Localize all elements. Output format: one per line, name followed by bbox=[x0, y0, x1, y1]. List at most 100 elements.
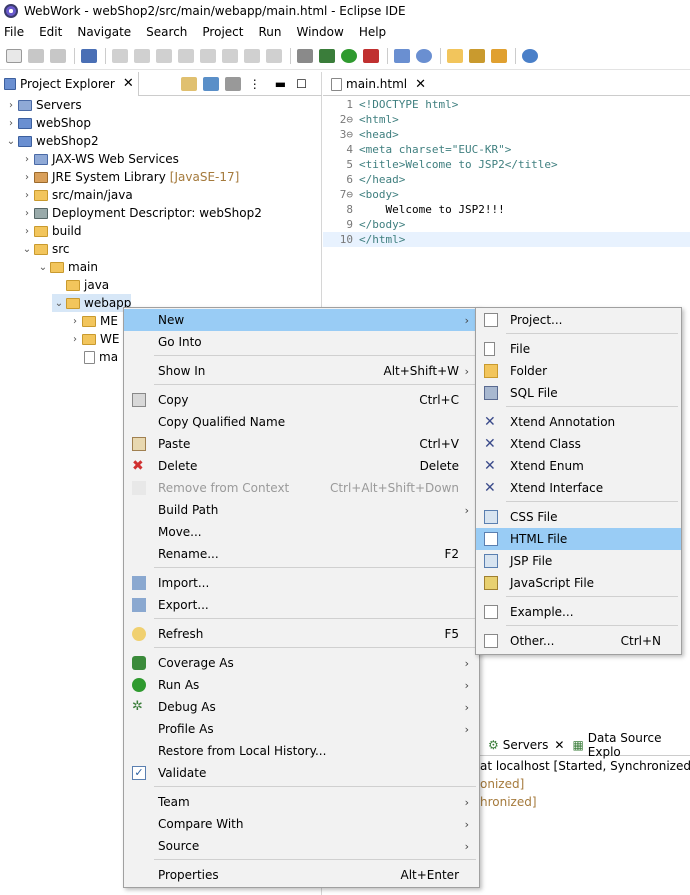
chevron-down-icon[interactable]: ⌄ bbox=[52, 298, 66, 309]
tree-item-deployment-descriptor[interactable]: › Deployment Descriptor: webShop2 bbox=[20, 204, 262, 222]
submenu-item-xtend-annotation[interactable]: ✕ Xtend Annotation bbox=[476, 411, 681, 433]
code-line[interactable]: 6 </head> bbox=[323, 172, 690, 187]
tree-item-web-inf[interactable]: › WE bbox=[68, 330, 119, 348]
suspend-icon[interactable] bbox=[156, 48, 172, 63]
chevron-right-icon[interactable]: › bbox=[20, 154, 34, 165]
menu-item-refresh[interactable]: Refresh F5 bbox=[124, 623, 479, 645]
menu-window[interactable]: Window bbox=[296, 25, 343, 39]
tree-item-webapp[interactable]: ⌄ webapp bbox=[52, 294, 132, 312]
menu-item-go-into[interactable]: Go Into bbox=[124, 331, 479, 353]
resume-icon[interactable] bbox=[134, 48, 150, 63]
save-all-icon[interactable] bbox=[50, 48, 66, 63]
submenu-item-other[interactable]: Other... Ctrl+N bbox=[476, 630, 681, 652]
submenu-item-html-file[interactable]: HTML File bbox=[476, 528, 681, 550]
menu-item-paste[interactable]: Paste Ctrl+V bbox=[124, 433, 479, 455]
menu-edit[interactable]: Edit bbox=[39, 25, 62, 39]
code-line-current[interactable]: 10 </html> bbox=[323, 232, 690, 247]
submenu-item-file[interactable]: File bbox=[476, 338, 681, 360]
menu-item-move[interactable]: Move... bbox=[124, 521, 479, 543]
chevron-right-icon[interactable]: › bbox=[68, 316, 82, 327]
tree-item-build[interactable]: › build bbox=[20, 222, 82, 240]
code-line[interactable]: 7⊖ <body> bbox=[323, 187, 690, 202]
menu-run[interactable]: Run bbox=[258, 25, 281, 39]
sql-icon[interactable] bbox=[297, 48, 313, 63]
menu-navigate[interactable]: Navigate bbox=[77, 25, 131, 39]
menu-item-run-as[interactable]: Run As › bbox=[124, 674, 479, 696]
globe-icon[interactable] bbox=[522, 48, 538, 63]
tree-item-servers[interactable]: › Servers bbox=[4, 96, 82, 114]
submenu-item-example[interactable]: Example... bbox=[476, 601, 681, 623]
submenu-item-sql-file[interactable]: SQL File bbox=[476, 382, 681, 404]
new-icon[interactable] bbox=[6, 48, 22, 63]
close-icon[interactable]: ✕ bbox=[123, 76, 134, 91]
maximize-icon[interactable]: ☐ bbox=[296, 77, 307, 91]
checkbox-checked-icon[interactable]: ✓ bbox=[132, 766, 146, 780]
menu-help[interactable]: Help bbox=[359, 25, 386, 39]
tree-item-src[interactable]: ⌄ src bbox=[20, 240, 70, 258]
filter-icon[interactable] bbox=[202, 76, 219, 91]
menu-item-rename[interactable]: Rename... F2 bbox=[124, 543, 479, 565]
menu-item-properties[interactable]: Properties Alt+Enter bbox=[124, 864, 479, 886]
menu-item-restore-local-history[interactable]: Restore from Local History... bbox=[124, 740, 479, 762]
tree-item-jaxws[interactable]: › JAX-WS Web Services bbox=[20, 150, 179, 168]
step-return-icon[interactable] bbox=[266, 48, 282, 63]
menu-item-export[interactable]: Export... bbox=[124, 594, 479, 616]
close-icon[interactable]: ✕ bbox=[554, 738, 564, 752]
tree-item-main[interactable]: ⌄ main bbox=[36, 258, 98, 276]
collapse-all-icon[interactable] bbox=[159, 77, 175, 91]
search-pencil-icon[interactable] bbox=[491, 48, 507, 63]
submenu-item-xtend-interface[interactable]: ✕ Xtend Interface bbox=[476, 477, 681, 499]
menu-item-new[interactable]: New › bbox=[124, 309, 479, 331]
run-icon[interactable] bbox=[341, 48, 357, 63]
chevron-right-icon[interactable]: › bbox=[68, 334, 82, 345]
menu-file[interactable]: File bbox=[4, 25, 24, 39]
skip-breakpoints-icon[interactable] bbox=[112, 48, 128, 63]
terminal-icon[interactable] bbox=[81, 48, 97, 63]
menu-search[interactable]: Search bbox=[146, 25, 187, 39]
menu-item-compare-with[interactable]: Compare With › bbox=[124, 813, 479, 835]
menu-item-copy-qualified-name[interactable]: Copy Qualified Name bbox=[124, 411, 479, 433]
coverage-icon[interactable] bbox=[363, 48, 379, 63]
code-line[interactable]: 9 </body> bbox=[323, 217, 690, 232]
chevron-right-icon[interactable]: › bbox=[4, 100, 18, 111]
chevron-right-icon[interactable]: › bbox=[20, 190, 34, 201]
server-row[interactable]: at localhost [Started, Synchronized] bbox=[480, 759, 690, 773]
terminate-icon[interactable] bbox=[178, 48, 194, 63]
menu-item-coverage-as[interactable]: Coverage As › bbox=[124, 652, 479, 674]
code-line[interactable]: 8 Welcome to JSP2!!! bbox=[323, 202, 690, 217]
submenu-item-folder[interactable]: Folder bbox=[476, 360, 681, 382]
submenu-item-xtend-enum[interactable]: ✕ Xtend Enum bbox=[476, 455, 681, 477]
menu-item-source[interactable]: Source › bbox=[124, 835, 479, 857]
step-into-icon[interactable] bbox=[222, 48, 238, 63]
minimize-icon[interactable]: ▬ bbox=[275, 77, 286, 91]
code-line[interactable]: 4 <meta charset="EUC-KR"> bbox=[323, 142, 690, 157]
chevron-down-icon[interactable]: ⌄ bbox=[36, 262, 50, 273]
close-icon[interactable]: ✕ bbox=[415, 77, 426, 92]
open-type-icon[interactable] bbox=[447, 48, 463, 63]
disconnect-icon[interactable] bbox=[200, 48, 216, 63]
chevron-down-icon[interactable]: ⌄ bbox=[20, 244, 34, 255]
tab-data-source-explorer[interactable]: Data Source Explo bbox=[588, 731, 690, 759]
menu-item-debug-as[interactable]: ✲ Debug As › bbox=[124, 696, 479, 718]
menu-item-show-in[interactable]: Show In Alt+Shift+W › bbox=[124, 360, 479, 382]
tab-project-explorer[interactable]: Project Explorer ✕ bbox=[0, 71, 139, 96]
chevron-right-icon[interactable]: › bbox=[20, 226, 34, 237]
code-line[interactable]: 2⊖ <html> bbox=[323, 112, 690, 127]
step-over-icon[interactable] bbox=[244, 48, 260, 63]
chevron-down-icon[interactable]: ⌄ bbox=[4, 136, 18, 147]
server-row[interactable]: hronized] bbox=[480, 795, 537, 809]
code-line[interactable]: 5 <title>Welcome to JSP2</title> bbox=[323, 157, 690, 172]
submenu-item-xtend-class[interactable]: ✕ Xtend Class bbox=[476, 433, 681, 455]
menu-item-copy[interactable]: Copy Ctrl+C bbox=[124, 389, 479, 411]
new-web-project-icon[interactable] bbox=[394, 48, 410, 63]
menu-project[interactable]: Project bbox=[202, 25, 243, 39]
view-menu-icon[interactable] bbox=[224, 76, 241, 91]
tree-item-main-html[interactable]: ma bbox=[84, 348, 118, 366]
kebab-menu-icon[interactable]: ⋮ bbox=[249, 77, 261, 91]
link-editor-icon[interactable] bbox=[180, 76, 197, 91]
debug-icon[interactable] bbox=[319, 48, 335, 63]
chevron-right-icon[interactable]: › bbox=[20, 172, 34, 183]
chevron-right-icon[interactable]: › bbox=[4, 118, 18, 129]
server-row[interactable]: onized] bbox=[480, 777, 524, 791]
menu-item-delete[interactable]: ✖ Delete Delete bbox=[124, 455, 479, 477]
